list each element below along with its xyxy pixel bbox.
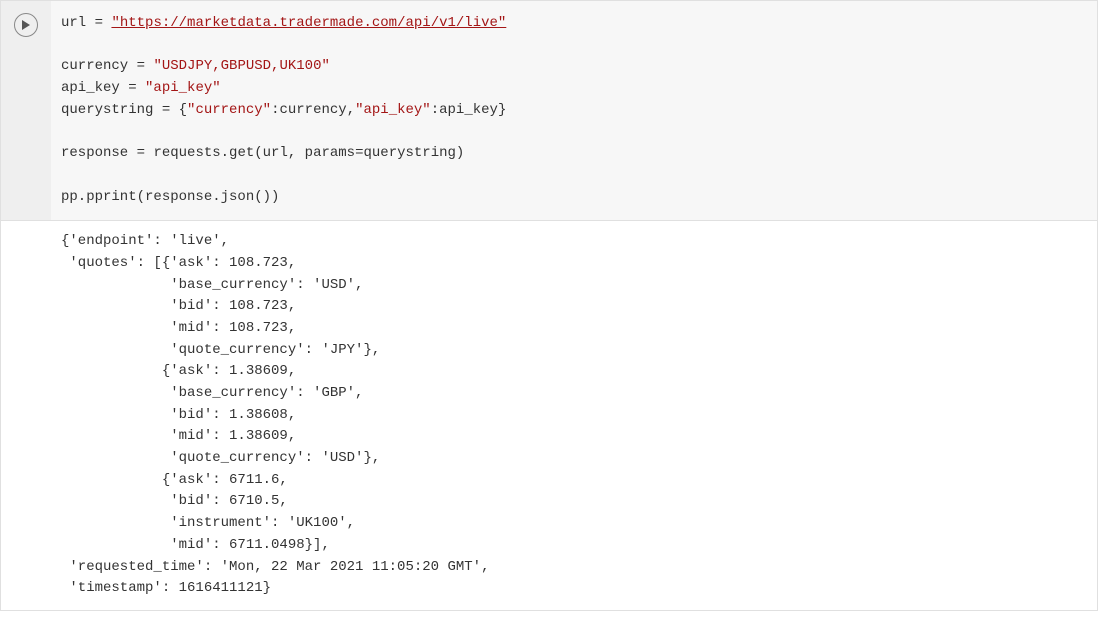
code-token: = <box>120 80 145 96</box>
code-token: url <box>61 15 86 31</box>
code-token: { <box>179 102 187 118</box>
code-token: } <box>498 102 506 118</box>
output-cell: {'endpoint': 'live', 'quotes': [{'ask': … <box>1 221 1097 610</box>
code-token: , <box>347 102 355 118</box>
code-token: api_key <box>439 102 498 118</box>
code-token: api_key <box>61 80 120 96</box>
code-token: = <box>153 102 178 118</box>
output-text: {'endpoint': 'live', 'quotes': [{'ask': … <box>51 221 1097 610</box>
code-cell: url = "https://marketdata.tradermade.com… <box>1 1 1097 221</box>
run-button[interactable] <box>14 13 38 37</box>
code-token: pp.pprint(response.json()) <box>61 189 279 205</box>
code-token: = <box>86 15 111 31</box>
code-token: "https://marketdata.tradermade.com/api/v… <box>111 15 506 31</box>
cell-gutter <box>1 1 51 220</box>
code-token: "USDJPY,GBPUSD,UK100" <box>153 58 329 74</box>
output-gutter <box>1 221 51 610</box>
notebook: url = "https://marketdata.tradermade.com… <box>0 0 1098 611</box>
code-token: "api_key" <box>355 102 431 118</box>
code-token: currency <box>61 58 128 74</box>
code-token: querystring) <box>363 145 464 161</box>
code-token: "currency" <box>187 102 271 118</box>
code-token: = <box>128 58 153 74</box>
code-token: currency <box>279 102 346 118</box>
code-token: response <box>61 145 128 161</box>
code-token: requests.get(url, params <box>153 145 355 161</box>
code-token: "api_key" <box>145 80 221 96</box>
code-token: : <box>431 102 439 118</box>
code-editor[interactable]: url = "https://marketdata.tradermade.com… <box>51 1 1097 220</box>
play-icon <box>21 20 31 30</box>
code-token: querystring <box>61 102 153 118</box>
code-token: = <box>128 145 153 161</box>
